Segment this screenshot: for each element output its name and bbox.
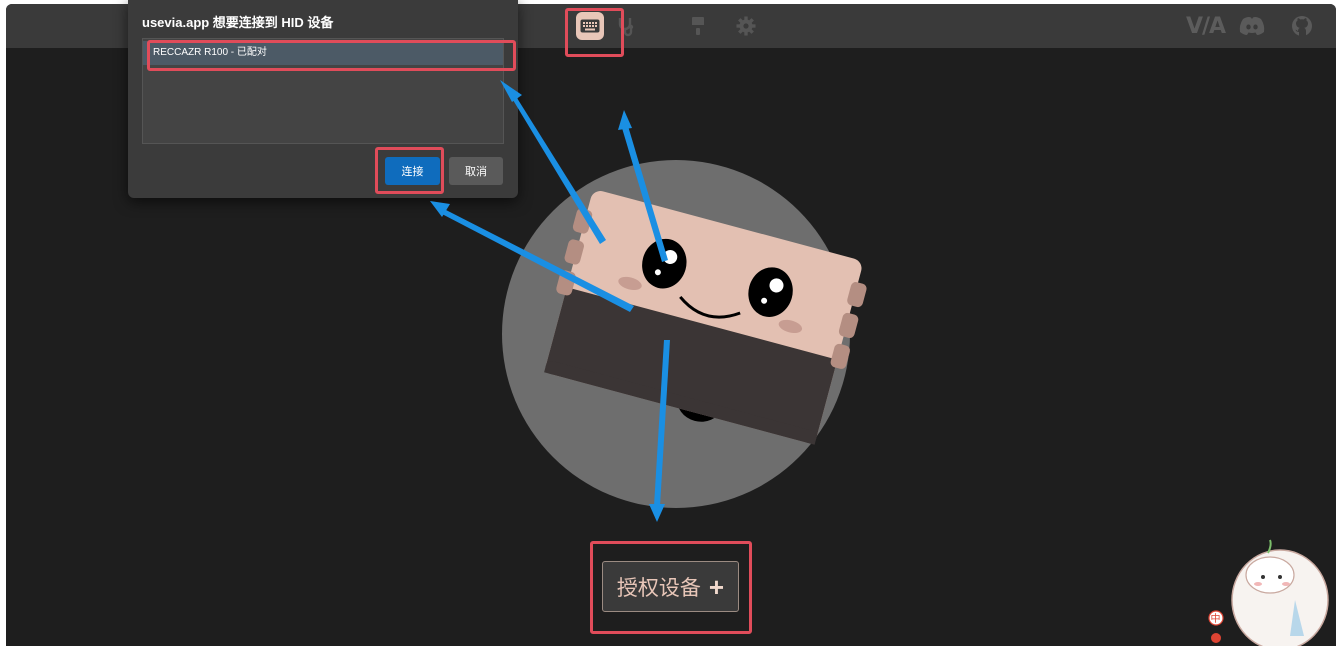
- dialog-title: usevia.app 想要连接到 HID 设备: [142, 15, 334, 30]
- hid-permission-dialog: usevia.app 想要连接到 HID 设备 RECCAZR R100 - 已…: [128, 0, 518, 198]
- highlight-connect-button: [375, 147, 444, 194]
- highlight-device-item: [147, 40, 516, 71]
- highlight-keyboard-tab: [565, 8, 624, 57]
- cancel-button[interactable]: 取消: [449, 157, 503, 185]
- highlight-authorize-button: [590, 541, 752, 634]
